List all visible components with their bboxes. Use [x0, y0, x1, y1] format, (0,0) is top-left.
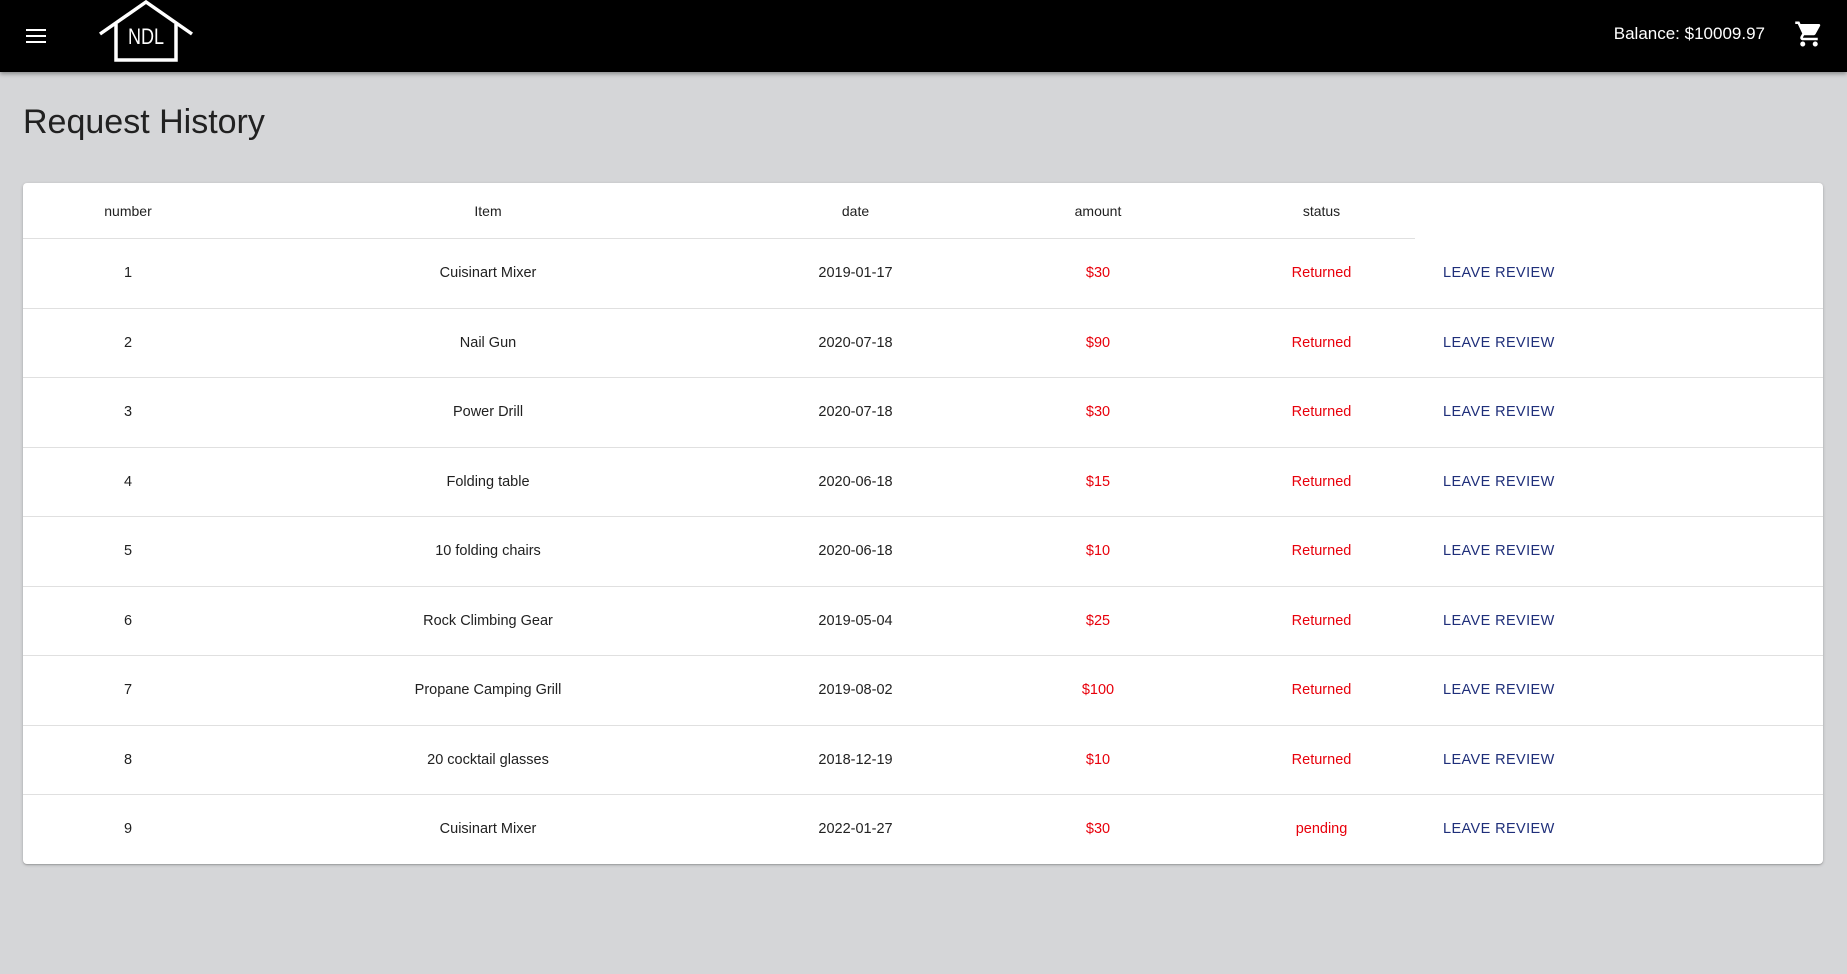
table-row: 7 Propane Camping Grill 2019-08-02 $100 …	[23, 656, 1823, 726]
shopping-cart-icon	[1795, 21, 1821, 47]
cell-date: 2019-01-17	[818, 265, 893, 281]
cell-date: 2020-07-18	[818, 334, 893, 351]
cell-status: Returned	[1291, 751, 1352, 768]
cell-status: pending	[1295, 821, 1348, 837]
table-row: 8 20 cocktail glasses 2018-12-19 $10 Ret…	[23, 726, 1823, 795]
cell-date: 2019-08-02	[818, 682, 893, 698]
cell-status: Returned	[1291, 404, 1352, 420]
table-header: number Item date amount status	[23, 183, 1415, 239]
column-header-number: number	[104, 203, 152, 219]
cell-number: 7	[123, 682, 133, 698]
cell-item: Rock Climbing Gear	[423, 612, 553, 629]
cell-number: 2	[123, 334, 133, 351]
cell-date: 2020-06-18	[818, 543, 893, 559]
column-header-date: date	[841, 203, 870, 219]
cell-item: Power Drill	[452, 404, 524, 420]
cell-status: Returned	[1291, 473, 1352, 490]
cell-date: 2022-01-27	[818, 821, 893, 837]
cell-amount: $30	[1085, 821, 1111, 837]
cell-status: Returned	[1291, 334, 1352, 351]
leave-review-button[interactable]: LEAVE REVIEW	[1435, 672, 1563, 708]
cell-item: 10 folding chairs	[435, 543, 541, 559]
logo-text: NDL	[128, 25, 164, 49]
cell-amount: $10	[1085, 751, 1111, 768]
cell-number: 6	[123, 612, 133, 629]
cell-amount: $10	[1085, 543, 1111, 559]
cell-amount: $100	[1081, 682, 1115, 698]
table-row: 9 Cuisinart Mixer 2022-01-27 $30 pending…	[23, 795, 1823, 864]
leave-review-button[interactable]: LEAVE REVIEW	[1435, 533, 1563, 569]
cell-item: Folding table	[446, 473, 530, 490]
request-history-table: number Item date amount status 1 Cuisina…	[23, 183, 1823, 864]
table-body: 1 Cuisinart Mixer 2019-01-17 $30 Returne…	[23, 239, 1823, 864]
house-logo[interactable]: NDL	[97, 0, 195, 64]
leave-review-button[interactable]: LEAVE REVIEW	[1435, 464, 1563, 500]
leave-review-button[interactable]: LEAVE REVIEW	[1435, 394, 1563, 430]
cell-amount: $15	[1085, 473, 1111, 490]
cell-date: 2019-05-04	[818, 612, 893, 629]
table-row: 6 Rock Climbing Gear 2019-05-04 $25 Retu…	[23, 587, 1823, 656]
cell-number: 8	[123, 751, 133, 768]
leave-review-button[interactable]: LEAVE REVIEW	[1435, 255, 1563, 291]
cell-item: Cuisinart Mixer	[439, 265, 537, 281]
leave-review-button[interactable]: LEAVE REVIEW	[1435, 603, 1563, 639]
leave-review-button[interactable]: LEAVE REVIEW	[1435, 811, 1563, 847]
leave-review-button[interactable]: LEAVE REVIEW	[1435, 742, 1563, 778]
table-row: 3 Power Drill 2020-07-18 $30 Returned LE…	[23, 378, 1823, 448]
menu-icon	[26, 29, 46, 43]
cell-number: 3	[123, 404, 133, 420]
cell-number: 1	[123, 265, 133, 281]
cell-status: Returned	[1291, 543, 1352, 559]
table-row: 5 10 folding chairs 2020-06-18 $10 Retur…	[23, 517, 1823, 587]
cell-item: Nail Gun	[459, 334, 517, 351]
menu-button[interactable]	[12, 12, 60, 60]
cell-number: 5	[123, 543, 133, 559]
cell-status: Returned	[1291, 612, 1352, 629]
cell-item: 20 cocktail glasses	[427, 751, 549, 768]
column-header-amount: amount	[1074, 203, 1122, 219]
cell-date: 2018-12-19	[818, 751, 893, 768]
page-title: Request History	[23, 103, 265, 141]
column-header-item: Item	[474, 203, 502, 219]
cell-date: 2020-06-18	[818, 473, 893, 490]
cell-status: Returned	[1291, 265, 1352, 281]
cell-date: 2020-07-18	[818, 404, 893, 420]
cart-button[interactable]	[1789, 14, 1829, 54]
cell-amount: $30	[1085, 265, 1111, 281]
leave-review-button[interactable]: LEAVE REVIEW	[1435, 325, 1563, 361]
cell-amount: $90	[1085, 334, 1111, 351]
cell-status: Returned	[1291, 682, 1352, 698]
cell-item: Cuisinart Mixer	[439, 821, 537, 837]
cell-number: 4	[123, 473, 133, 490]
cell-amount: $25	[1085, 612, 1111, 629]
balance-display: Balance: $10009.97	[1613, 24, 1765, 43]
table-row: 2 Nail Gun 2020-07-18 $90 Returned LEAVE…	[23, 309, 1823, 378]
cell-item: Propane Camping Grill	[414, 682, 562, 698]
table-row: 4 Folding table 2020-06-18 $15 Returned …	[23, 448, 1823, 517]
column-header-status: status	[1302, 203, 1341, 219]
app-bar: NDL Balance: $10009.97	[0, 0, 1847, 72]
cell-number: 9	[123, 821, 133, 837]
cell-amount: $30	[1085, 404, 1111, 420]
table-row: 1 Cuisinart Mixer 2019-01-17 $30 Returne…	[23, 239, 1823, 309]
